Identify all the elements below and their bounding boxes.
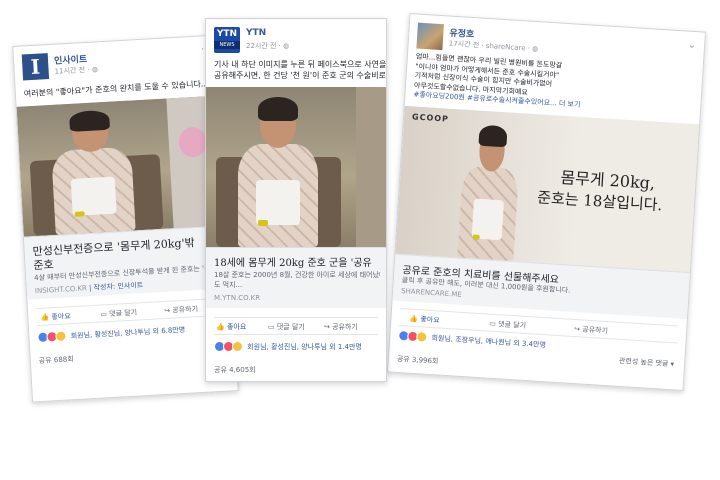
post-caption: 기사 내 하단 이미지를 누른 뒤 페이스북으로 사연을 공유해주시면, 한 건… bbox=[214, 60, 386, 80]
like-button[interactable]: 👍 좋아요 bbox=[40, 311, 71, 323]
globe-icon: ◍ bbox=[531, 44, 539, 54]
post-photo[interactable]: GCOOP 몸무게 20kg, 준호는 18살입니다. bbox=[395, 105, 700, 273]
sad-reaction-icon bbox=[415, 331, 428, 343]
page-avatar-ytn[interactable]: YTN NEWS bbox=[214, 27, 240, 53]
facebook-post-ytn: YTN NEWS YTN 22시간 전 · ◍ 기사 내 하단 이미지를 누른 … bbox=[205, 18, 387, 382]
post-header: YTN NEWS YTN 22시간 전 · ◍ bbox=[214, 27, 378, 57]
post-header: I 인사이트 11시간 전 · ◍ ··· bbox=[21, 44, 212, 85]
page-avatar-profile[interactable] bbox=[416, 22, 444, 51]
share-button[interactable]: ↪ 공유하기 bbox=[324, 322, 358, 332]
share-button[interactable]: ↪ 공유하기 bbox=[164, 304, 198, 316]
reactions-summary[interactable]: 회원님, 황성진님, 양나투님 외 6.8만명 bbox=[37, 322, 226, 347]
page-name[interactable]: YTN bbox=[246, 28, 266, 38]
link-title: 18세에 몸무게 20kg 준호 군을 '공유 bbox=[214, 258, 372, 269]
like-button[interactable]: 👍 좋아요 bbox=[216, 322, 246, 332]
shares-count[interactable]: 공유 688회 bbox=[39, 354, 74, 366]
share-button[interactable]: ↪ 공유하기 bbox=[574, 324, 608, 336]
child-figure bbox=[228, 97, 328, 247]
like-button[interactable]: 👍 좋아요 bbox=[409, 314, 440, 326]
facebook-post-yoojungho: 유정호 17시간 전 · shareNcare · ◍ ⌄ 엄마...힘들면 괜… bbox=[386, 13, 707, 391]
sad-reaction-icon bbox=[232, 341, 243, 352]
child-figure bbox=[39, 108, 146, 235]
link-domain: M.YTN.CO.KR bbox=[214, 294, 261, 302]
reactions-summary[interactable]: 회원님, 황성진님, 양나투님 외 1.4만명 bbox=[214, 341, 378, 355]
comment-button[interactable]: ▭ 댓글 달기 bbox=[489, 319, 526, 331]
link-preview[interactable]: 18세에 몸무게 20kg 준호 군을 '공유 18살 준호는 2000년 8월… bbox=[206, 247, 386, 308]
post-time[interactable]: 11시간 전 · ◍ bbox=[54, 64, 98, 76]
comment-sort-dropdown[interactable]: 관련성 높은 댓글 ▾ bbox=[619, 356, 675, 369]
chevron-down-icon[interactable]: ⌄ bbox=[687, 40, 696, 52]
post-actions: 👍 좋아요 ▭ 댓글 달기 ↪ 공유하기 bbox=[35, 297, 226, 327]
globe-icon: ◍ bbox=[283, 42, 290, 50]
link-domain: SHARENCARE.ME bbox=[400, 287, 462, 299]
link-domain: INSIGHT.CO.KR | 작성자: 인사이트 bbox=[34, 281, 144, 296]
link-description: 18살 준호는 2000년 8월, 건강한 아이로 세상에 태어났다. 하 bbox=[214, 271, 380, 279]
post-photo[interactable] bbox=[16, 95, 229, 237]
link-preview[interactable]: 만성신부전증으로 '몸무게 20kg'밖 준호 4살 때부터 만성신부전증으로 … bbox=[23, 225, 233, 300]
child-figure bbox=[450, 123, 528, 262]
post-time[interactable]: 22시간 전 · ◍ bbox=[246, 41, 289, 51]
globe-icon: ◍ bbox=[91, 65, 99, 74]
shares-count[interactable]: 공유 3,996회 bbox=[397, 354, 439, 367]
post-time[interactable]: 17시간 전 · shareNcare · ◍ bbox=[448, 39, 539, 55]
post-photo[interactable] bbox=[206, 87, 386, 247]
post-actions: 👍 좋아요 ▭ 댓글 달기 ↪ 공유하기 bbox=[214, 317, 378, 335]
sad-reaction-icon bbox=[55, 330, 67, 343]
page-avatar-insight[interactable]: I bbox=[21, 53, 50, 81]
comment-button[interactable]: ▭ 댓글 달기 bbox=[268, 322, 305, 332]
shares-count[interactable]: 공유 4,605회 bbox=[214, 365, 256, 375]
comment-button[interactable]: ▭ 댓글 달기 bbox=[100, 308, 137, 320]
link-description-line-2: 도 먹지... bbox=[214, 281, 243, 289]
